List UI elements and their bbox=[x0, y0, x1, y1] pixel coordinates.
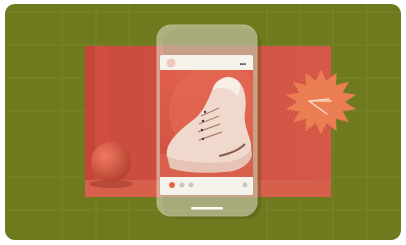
carousel-dot[interactable] bbox=[179, 182, 185, 188]
illustration-canvas: ••• bbox=[5, 4, 401, 240]
bookmark-icon[interactable] bbox=[242, 182, 248, 188]
more-options-icon[interactable]: ••• bbox=[240, 62, 246, 68]
avatar-icon[interactable] bbox=[166, 58, 176, 68]
illustration-card: ••• bbox=[5, 4, 401, 240]
post-photo bbox=[160, 70, 253, 177]
home-indicator-icon bbox=[191, 207, 223, 210]
carousel-dot-active[interactable] bbox=[169, 182, 175, 188]
post-card: ••• bbox=[160, 55, 253, 195]
carousel-dot[interactable] bbox=[188, 182, 194, 188]
